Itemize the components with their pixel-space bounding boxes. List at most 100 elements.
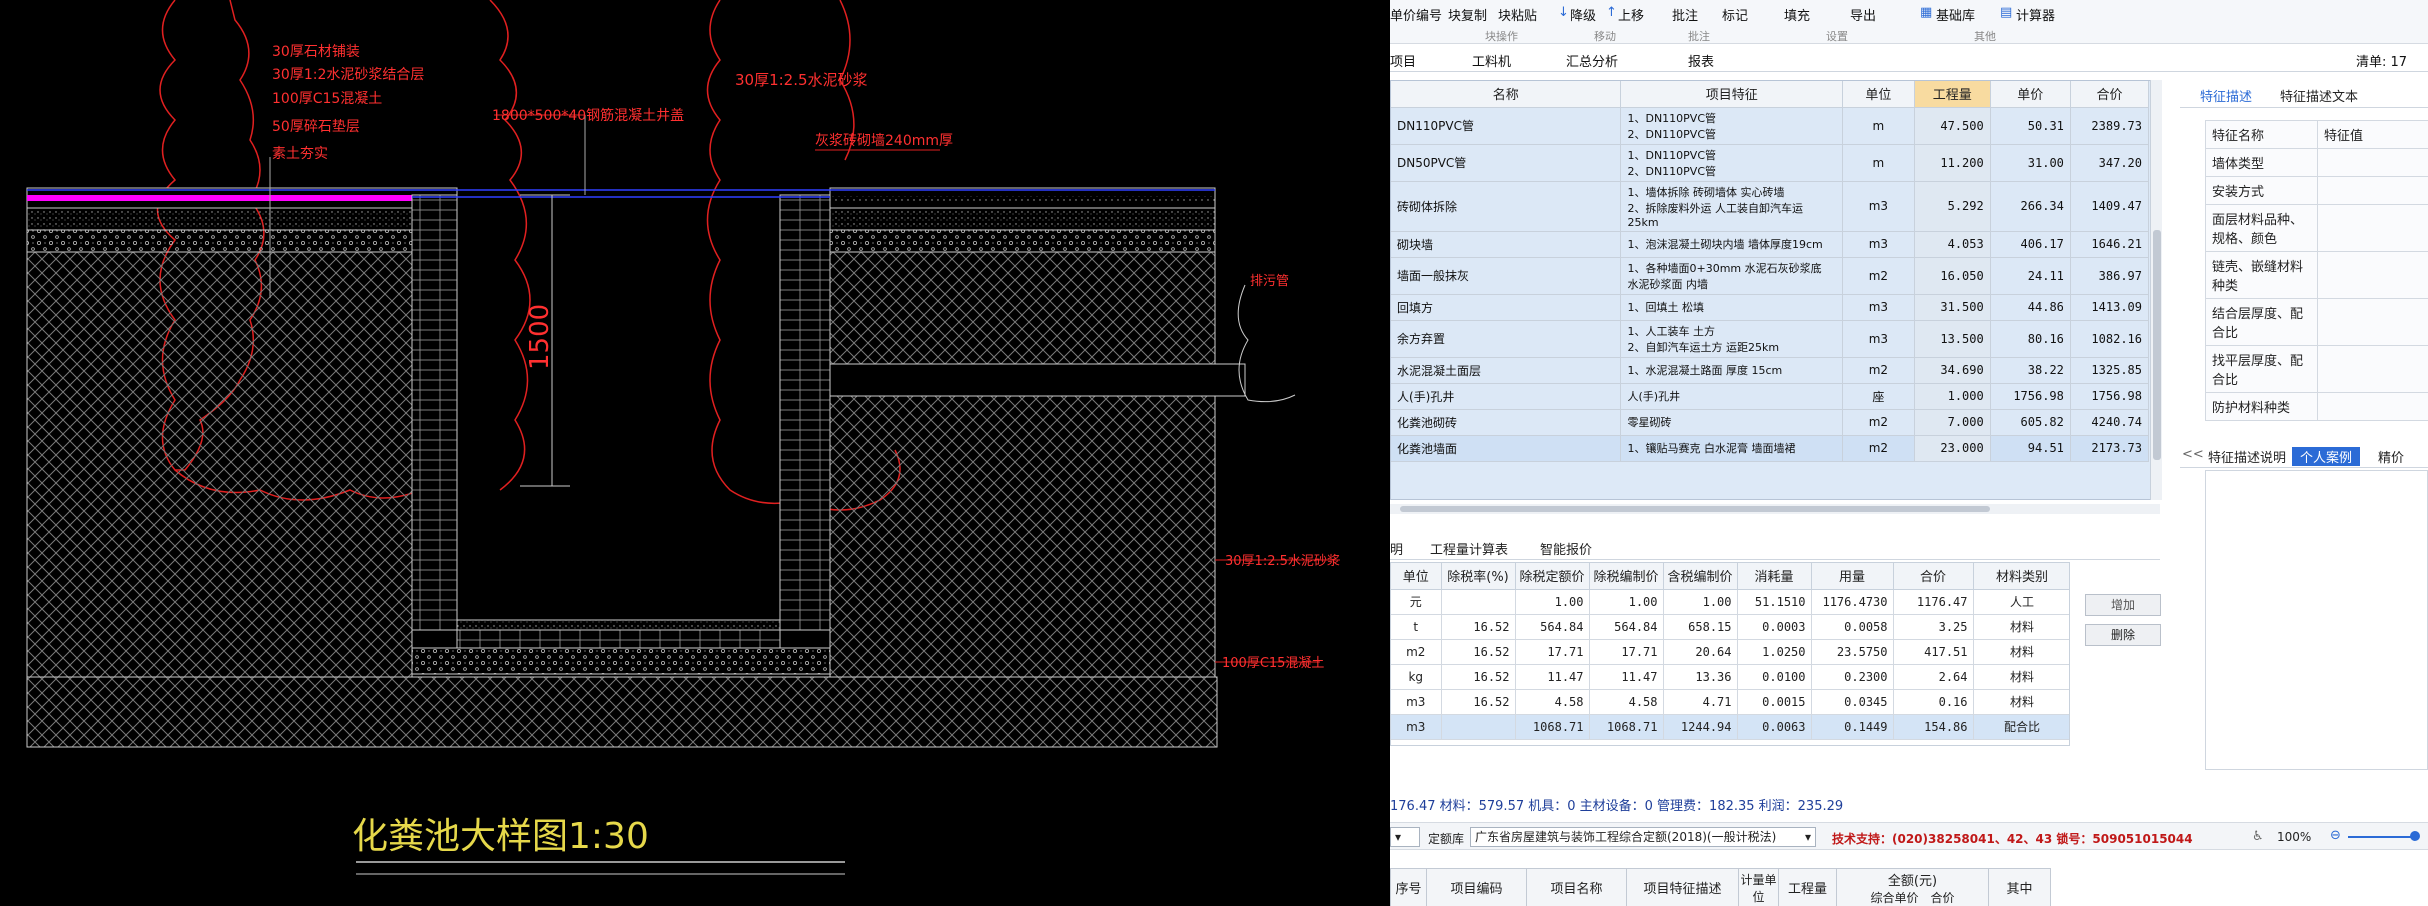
ribbon-calculator[interactable]: 计算器 bbox=[2016, 5, 2055, 24]
table-row[interactable]: DN50PVC管 1、DN110PVC管 2、DN110PVC管 m 11.200 31… bbox=[1391, 144, 2150, 182]
feature-row[interactable]: 墙体类型 bbox=[2205, 148, 2428, 177]
mcol-compiled-price[interactable]: 除税编制价 bbox=[1589, 563, 1664, 590]
material-cell[interactable]: 4.71 bbox=[1663, 689, 1738, 715]
ribbon-block-copy[interactable]: 块复制 bbox=[1448, 5, 1487, 24]
material-cell[interactable]: 材料 bbox=[1973, 664, 2069, 690]
cell-price[interactable]: 605.82 bbox=[1990, 409, 2071, 436]
tab-refine[interactable]: 精价 bbox=[2378, 447, 2404, 466]
cell-quantity[interactable]: 16.050 bbox=[1914, 257, 1991, 295]
material-cell[interactable]: kg bbox=[1391, 664, 1442, 690]
cell-quantity[interactable]: 23.000 bbox=[1914, 435, 1991, 462]
material-cell[interactable]: 1176.47 bbox=[1893, 589, 1974, 615]
table-row[interactable]: 水泥混凝土面层 1、水泥混凝土路面 厚度 15cm m2 34.690 38.22 132… bbox=[1391, 357, 2150, 384]
mcol-category[interactable]: 材料类别 bbox=[1973, 563, 2069, 590]
ribbon-block-paste[interactable]: 块粘贴 bbox=[1498, 5, 1537, 24]
cell-feature[interactable]: 1、回填土 松填 bbox=[1620, 294, 1844, 321]
cell-unit[interactable]: m3 bbox=[1842, 320, 1915, 358]
tab-personal-case[interactable]: 个人案例 bbox=[2292, 447, 2361, 466]
cell-total[interactable]: 347.20 bbox=[2070, 144, 2150, 182]
mcol-taxed-price[interactable]: 含税编制价 bbox=[1663, 563, 1738, 590]
material-cell[interactable]: 16.52 bbox=[1441, 614, 1516, 640]
material-cell[interactable]: 0.0063 bbox=[1737, 714, 1812, 740]
cell-quantity[interactable]: 34.690 bbox=[1914, 357, 1991, 384]
material-row[interactable]: t 16.52 564.84 564.84 658.15 0.0003 0.0058 3.25… bbox=[1391, 614, 2069, 640]
material-cell[interactable] bbox=[1441, 714, 1516, 740]
material-cell[interactable]: 3.25 bbox=[1893, 614, 1974, 640]
feature-value[interactable] bbox=[2317, 176, 2428, 205]
material-cell[interactable]: 材料 bbox=[1973, 639, 2069, 665]
feature-row[interactable]: 链壳、嵌缝材料种类 bbox=[2205, 251, 2428, 299]
accessibility-icon[interactable]: ♿ bbox=[2252, 829, 2264, 844]
table-row[interactable]: 化粪池砌砖 零星砌砖 m2 7.000 605.82 4240.74 bbox=[1391, 409, 2150, 436]
cell-name[interactable]: DN50PVC管 bbox=[1391, 144, 1622, 182]
collapse-icon[interactable]: << bbox=[2182, 447, 2204, 462]
cell-feature[interactable]: 零星砌砖 bbox=[1620, 409, 1844, 436]
material-cell[interactable]: 16.52 bbox=[1441, 689, 1516, 715]
zoom-slider-handle[interactable] bbox=[2410, 831, 2420, 841]
tab-detail-desc[interactable]: 明 bbox=[1390, 539, 1403, 558]
col-quantity[interactable]: 工程量 bbox=[1914, 81, 1991, 108]
cell-name[interactable]: 砖砌体拆除 bbox=[1391, 181, 1622, 232]
mcol-amount[interactable]: 合价 bbox=[1893, 563, 1974, 590]
tab-project[interactable]: 项目 bbox=[1390, 51, 1416, 70]
cell-quantity[interactable]: 5.292 bbox=[1914, 181, 1991, 232]
material-cell[interactable]: 0.0100 bbox=[1737, 664, 1812, 690]
cell-price[interactable]: 266.34 bbox=[1990, 181, 2071, 232]
material-cell[interactable]: 17.71 bbox=[1515, 639, 1590, 665]
cell-name[interactable]: 化粪池砌砖 bbox=[1391, 409, 1622, 436]
cad-canvas[interactable]: 30厚石材铺装 30厚1:2水泥砂浆结合层 100厚C15混凝土 50厚碎石垫层… bbox=[0, 0, 1390, 906]
cell-total[interactable]: 1756.98 bbox=[2070, 383, 2150, 410]
cell-quantity[interactable]: 4.053 bbox=[1914, 231, 1991, 258]
material-cell[interactable]: 1.0250 bbox=[1737, 639, 1812, 665]
zoom-out-icon[interactable]: ⊖ bbox=[2330, 828, 2341, 843]
material-cell[interactable]: m3 bbox=[1391, 689, 1442, 715]
tab-smart-quote[interactable]: 智能报价 bbox=[1540, 539, 1592, 558]
cell-total[interactable]: 1413.09 bbox=[2070, 294, 2150, 321]
material-cell[interactable]: 658.15 bbox=[1663, 614, 1738, 640]
hscroll-thumb[interactable] bbox=[1400, 506, 1990, 512]
feature-value[interactable] bbox=[2317, 392, 2428, 421]
material-cell[interactable]: 配合比 bbox=[1973, 714, 2069, 740]
col-feature[interactable]: 项目特征 bbox=[1620, 81, 1844, 108]
cell-price[interactable]: 38.22 bbox=[1990, 357, 2071, 384]
tab-quantity-calc[interactable]: 工程量计算表 bbox=[1430, 539, 1508, 558]
cell-unit[interactable]: 座 bbox=[1842, 383, 1915, 410]
cell-price[interactable]: 94.51 bbox=[1990, 435, 2071, 462]
table-row[interactable]: 墙面一般抹灰 1、各种墙面0+30mm 水泥石灰砂浆底 水泥砂浆面 内墙 m2 16.… bbox=[1391, 257, 2150, 295]
material-cell[interactable]: 1.00 bbox=[1589, 589, 1664, 615]
material-row[interactable]: kg 16.52 11.47 11.47 13.36 0.0100 0.2300 2.64 材料 bbox=[1391, 664, 2069, 690]
cell-unit[interactable]: m2 bbox=[1842, 357, 1915, 384]
calculator-icon[interactable]: ▤ bbox=[2000, 5, 2012, 20]
material-cell[interactable]: 0.16 bbox=[1893, 689, 1974, 715]
material-cell[interactable]: 0.0058 bbox=[1811, 614, 1894, 640]
cell-price[interactable]: 24.11 bbox=[1990, 257, 2071, 295]
cell-price[interactable]: 31.00 bbox=[1990, 144, 2071, 182]
table-row[interactable]: 余方弃置 1、人工装车 土方 2、自卸汽车运土方 运距25km m3 13.500 80… bbox=[1391, 320, 2150, 358]
cell-total[interactable]: 1325.85 bbox=[2070, 357, 2150, 384]
feature-table[interactable]: 特征名称 特征值 墙体类型 安装方式 面层材料品种、规格、颜色 链壳、嵌缝材料种类 结合层… bbox=[2205, 120, 2428, 421]
material-cell[interactable]: 23.5750 bbox=[1811, 639, 1894, 665]
cell-total[interactable]: 1646.21 bbox=[2070, 231, 2150, 258]
add-button[interactable]: 增加 bbox=[2085, 594, 2161, 616]
table-row[interactable]: 砖砌体拆除 1、墙体拆除 砖砌墙体 实心砖墙 2、拆除废料外运 人工装自卸汽车运 … bbox=[1391, 181, 2150, 232]
material-cell[interactable]: 0.0015 bbox=[1737, 689, 1812, 715]
cell-name[interactable]: 化粪池墙面 bbox=[1391, 435, 1622, 462]
zoom-level[interactable]: 100% bbox=[2277, 830, 2311, 844]
material-cell[interactable]: 154.86 bbox=[1893, 714, 1974, 740]
cell-unit[interactable]: m3 bbox=[1842, 181, 1915, 232]
cell-quantity[interactable]: 1.000 bbox=[1914, 383, 1991, 410]
tab-feature-text[interactable]: 特征描述文本 bbox=[2280, 86, 2358, 105]
table-row[interactable]: 化粪池墙面 1、镶贴马赛克 白水泥膏 墙面墙裙 m2 23.000 94.51 2173.… bbox=[1391, 435, 2150, 462]
col-price[interactable]: 单价 bbox=[1990, 81, 2071, 108]
cell-name[interactable]: 人(手)孔井 bbox=[1391, 383, 1622, 410]
material-cell[interactable]: 16.52 bbox=[1441, 639, 1516, 665]
cell-feature[interactable]: 人(手)孔井 bbox=[1620, 383, 1844, 410]
cell-name[interactable]: 余方弃置 bbox=[1391, 320, 1622, 358]
material-cell[interactable]: 564.84 bbox=[1589, 614, 1664, 640]
material-cell[interactable]: 0.1449 bbox=[1811, 714, 1894, 740]
cell-price[interactable]: 406.17 bbox=[1990, 231, 2071, 258]
mcol-quota-price[interactable]: 除税定额价 bbox=[1515, 563, 1590, 590]
material-cell[interactable]: 20.64 bbox=[1663, 639, 1738, 665]
cell-name[interactable]: DN110PVC管 bbox=[1391, 107, 1622, 145]
table-row[interactable]: 砌块墙 1、泡沫混凝土砌块内墙 墙体厚度19cm m3 4.053 406.17 1646… bbox=[1391, 231, 2150, 258]
